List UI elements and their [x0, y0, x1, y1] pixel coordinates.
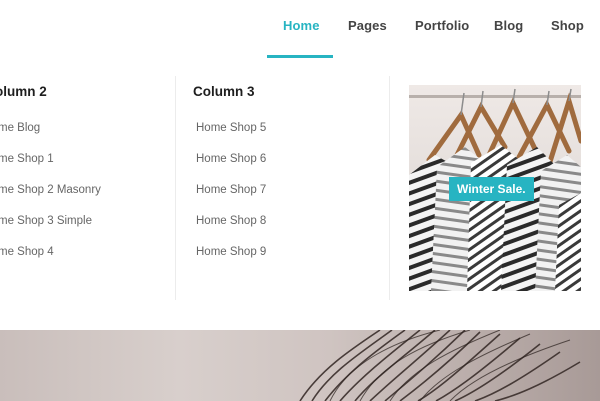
- promo-image[interactable]: Winter Sale.: [409, 85, 581, 291]
- nav-item-shop[interactable]: Shop: [551, 18, 584, 33]
- column-3-title: Column 3: [193, 84, 255, 99]
- nav-item-portfolio[interactable]: Portfolio: [415, 18, 469, 33]
- menu-link[interactable]: me Shop 3 Simple: [0, 215, 92, 227]
- winter-sale-badge[interactable]: Winter Sale.: [449, 177, 534, 201]
- column-divider: [389, 76, 390, 300]
- column-2-title: olumn 2: [0, 84, 47, 99]
- menu-link[interactable]: Home Shop 8: [196, 215, 266, 227]
- menu-link[interactable]: Home Shop 9: [196, 246, 266, 258]
- menu-link[interactable]: Home Shop 6: [196, 153, 266, 165]
- menu-link[interactable]: me Shop 4: [0, 246, 54, 258]
- column-divider: [175, 76, 176, 300]
- hero-image: [0, 330, 600, 401]
- nav-item-pages[interactable]: Pages: [348, 18, 387, 33]
- menu-link[interactable]: me Blog: [0, 122, 40, 134]
- menu-link[interactable]: me Shop 2 Masonry: [0, 184, 101, 196]
- nav-item-blog[interactable]: Blog: [494, 18, 523, 33]
- menu-link[interactable]: me Shop 1: [0, 153, 54, 165]
- top-nav: Home Pages Portfolio Blog Shop: [0, 0, 600, 58]
- menu-link[interactable]: Home Shop 7: [196, 184, 266, 196]
- nav-item-home[interactable]: Home: [283, 18, 320, 33]
- hair-photo-illustration: [299, 330, 581, 401]
- menu-link[interactable]: Home Shop 5: [196, 122, 266, 134]
